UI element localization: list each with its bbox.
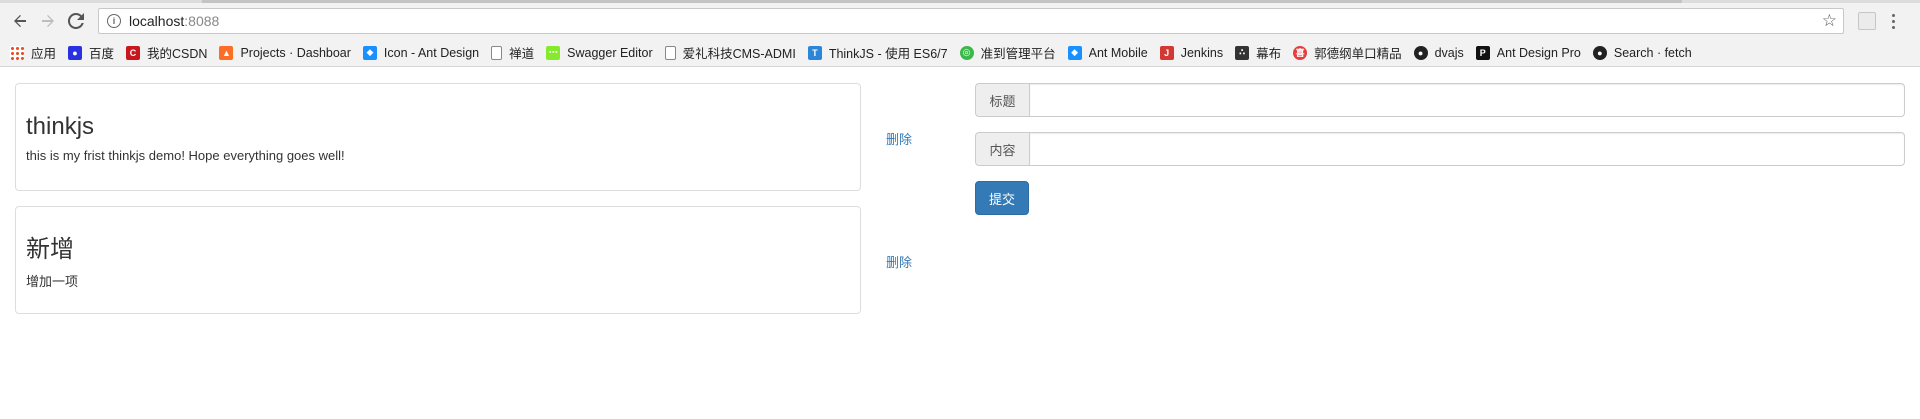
- jenkins-icon: J: [1159, 45, 1174, 60]
- bookmark-item[interactable]: P Ant Design Pro: [1475, 45, 1581, 60]
- bookmark-label: 禅道: [509, 47, 535, 61]
- bookmark-item[interactable]: 禅道: [491, 43, 534, 62]
- item-content: this is my frist thinkjs demo! Hope ever…: [26, 148, 345, 164]
- ant-design-pro-icon: P: [1475, 45, 1490, 60]
- zhundao-icon: ◎: [959, 45, 974, 60]
- submit-button[interactable]: 提交: [975, 181, 1029, 215]
- bookmark-label: ThinkJS - 使用 ES6/7: [828, 47, 948, 61]
- title-label: 标题: [975, 83, 1029, 117]
- bookmark-item[interactable]: J Jenkins: [1159, 45, 1224, 60]
- bookmark-item[interactable]: T ThinkJS - 使用 ES6/7: [807, 43, 948, 62]
- bookmarks-bar: 应用 ● 百度 C 我的CSDN ▲ Projects · Dashboar ◆ Icon - …: [0, 39, 1920, 67]
- apps-grid-icon: [10, 45, 24, 60]
- bookmark-item[interactable]: ◎ 准到管理平台: [959, 43, 1056, 62]
- bookmark-label: dvajs: [1434, 45, 1464, 60]
- bookmark-label: 郭德纲单口精品: [1314, 47, 1402, 61]
- bookmark-star-icon[interactable]: ☆: [1822, 11, 1837, 31]
- bookmark-label: 我的CSDN: [147, 47, 208, 61]
- reload-icon: [68, 13, 84, 29]
- delete-link[interactable]: 删除: [886, 129, 912, 148]
- bookmark-label: Swagger Editor: [567, 45, 653, 60]
- bookmark-label: 百度: [89, 47, 115, 61]
- bookmark-label: Ant Mobile: [1088, 45, 1148, 60]
- item-card: 新增 增加一项: [15, 206, 861, 314]
- delete-link[interactable]: 删除: [886, 252, 912, 271]
- forward-button[interactable]: [34, 7, 62, 35]
- bookmark-label: Jenkins: [1180, 45, 1224, 60]
- page-icon: [491, 45, 503, 60]
- browser-menu-icon[interactable]: [1892, 13, 1895, 29]
- bookmark-label: 幕布: [1256, 47, 1282, 61]
- bookmark-label: Search · fetch: [1613, 45, 1692, 60]
- swagger-icon: ⋯: [546, 45, 561, 60]
- bookmark-label: Ant Design Pro: [1496, 45, 1581, 60]
- bookmark-label: 准到管理平台: [980, 47, 1056, 61]
- info-icon[interactable]: i: [107, 14, 121, 28]
- bookmark-item[interactable]: 应用: [10, 43, 56, 62]
- item-title: 新增: [26, 236, 74, 263]
- github-icon: ●: [1592, 45, 1607, 60]
- content-label: 内容: [975, 132, 1029, 166]
- thinkjs-shield-icon: T: [807, 45, 822, 60]
- bookmark-label: 应用: [31, 47, 57, 61]
- bookmark-item[interactable]: ● Search · fetch: [1592, 45, 1692, 60]
- arrow-right-icon: [42, 15, 54, 27]
- csdn-c-icon: C: [126, 45, 141, 60]
- bookmark-item[interactable]: ● 百度: [68, 43, 114, 62]
- bookmark-label: Icon - Ant Design: [383, 45, 480, 60]
- browser-toolbar: i localhost:8088 ☆: [0, 3, 1920, 39]
- ximalaya-icon: 喜: [1293, 45, 1308, 60]
- github-icon: ●: [1413, 45, 1428, 60]
- item-card: thinkjs this is my frist thinkjs demo! H…: [15, 83, 861, 191]
- add-item-form: 标题 内容 提交: [975, 83, 1905, 215]
- content-input[interactable]: [1029, 132, 1905, 166]
- page-icon: [664, 45, 676, 60]
- tab-strip-tabs[interactable]: [202, 0, 1682, 3]
- bookmark-item[interactable]: 喜郭德纲单口精品: [1293, 43, 1402, 62]
- address-bar[interactable]: i localhost:8088 ☆: [98, 8, 1844, 34]
- bookmark-label: Projects · Dashboar: [240, 45, 351, 60]
- bookmark-item[interactable]: ⋯ Swagger Editor: [546, 45, 653, 60]
- tab-strip: [0, 0, 1920, 3]
- extension-icon[interactable]: [1858, 12, 1876, 30]
- bookmark-item[interactable]: ∴ 幕布: [1235, 43, 1281, 62]
- ant-design-diamond-icon: ◆: [362, 45, 377, 60]
- page-content: thinkjs this is my frist thinkjs demo! H…: [0, 67, 1920, 419]
- content-input-group: 内容: [975, 132, 1905, 166]
- bookmark-item[interactable]: ▲ Projects · Dashboar: [219, 45, 351, 60]
- ant-mobile-icon: ◆: [1067, 45, 1082, 60]
- mubu-nodes-icon: ∴: [1235, 45, 1250, 60]
- bookmark-item[interactable]: 爱礼科技CMS-ADMI: [664, 43, 796, 62]
- bookmark-item[interactable]: ◆ Icon - Ant Design: [362, 45, 480, 60]
- back-button[interactable]: [6, 7, 34, 35]
- url-port: :8088: [184, 13, 220, 29]
- item-content: 增加一项: [26, 274, 79, 290]
- item-title: thinkjs: [26, 113, 95, 140]
- bookmark-label: 爱礼科技CMS-ADMI: [682, 47, 796, 61]
- gitlab-fox-icon: ▲: [219, 45, 234, 60]
- bookmark-item[interactable]: ◆ Ant Mobile: [1067, 45, 1148, 60]
- title-input-group: 标题: [975, 83, 1905, 117]
- url-host: localhost: [129, 13, 185, 29]
- bookmark-item[interactable]: ● dvajs: [1413, 45, 1464, 60]
- bookmark-item[interactable]: C 我的CSDN: [126, 43, 207, 62]
- title-input[interactable]: [1029, 83, 1905, 117]
- arrow-left-icon: [14, 15, 26, 27]
- baidu-paw-icon: ●: [68, 45, 83, 60]
- reload-button[interactable]: [62, 7, 90, 35]
